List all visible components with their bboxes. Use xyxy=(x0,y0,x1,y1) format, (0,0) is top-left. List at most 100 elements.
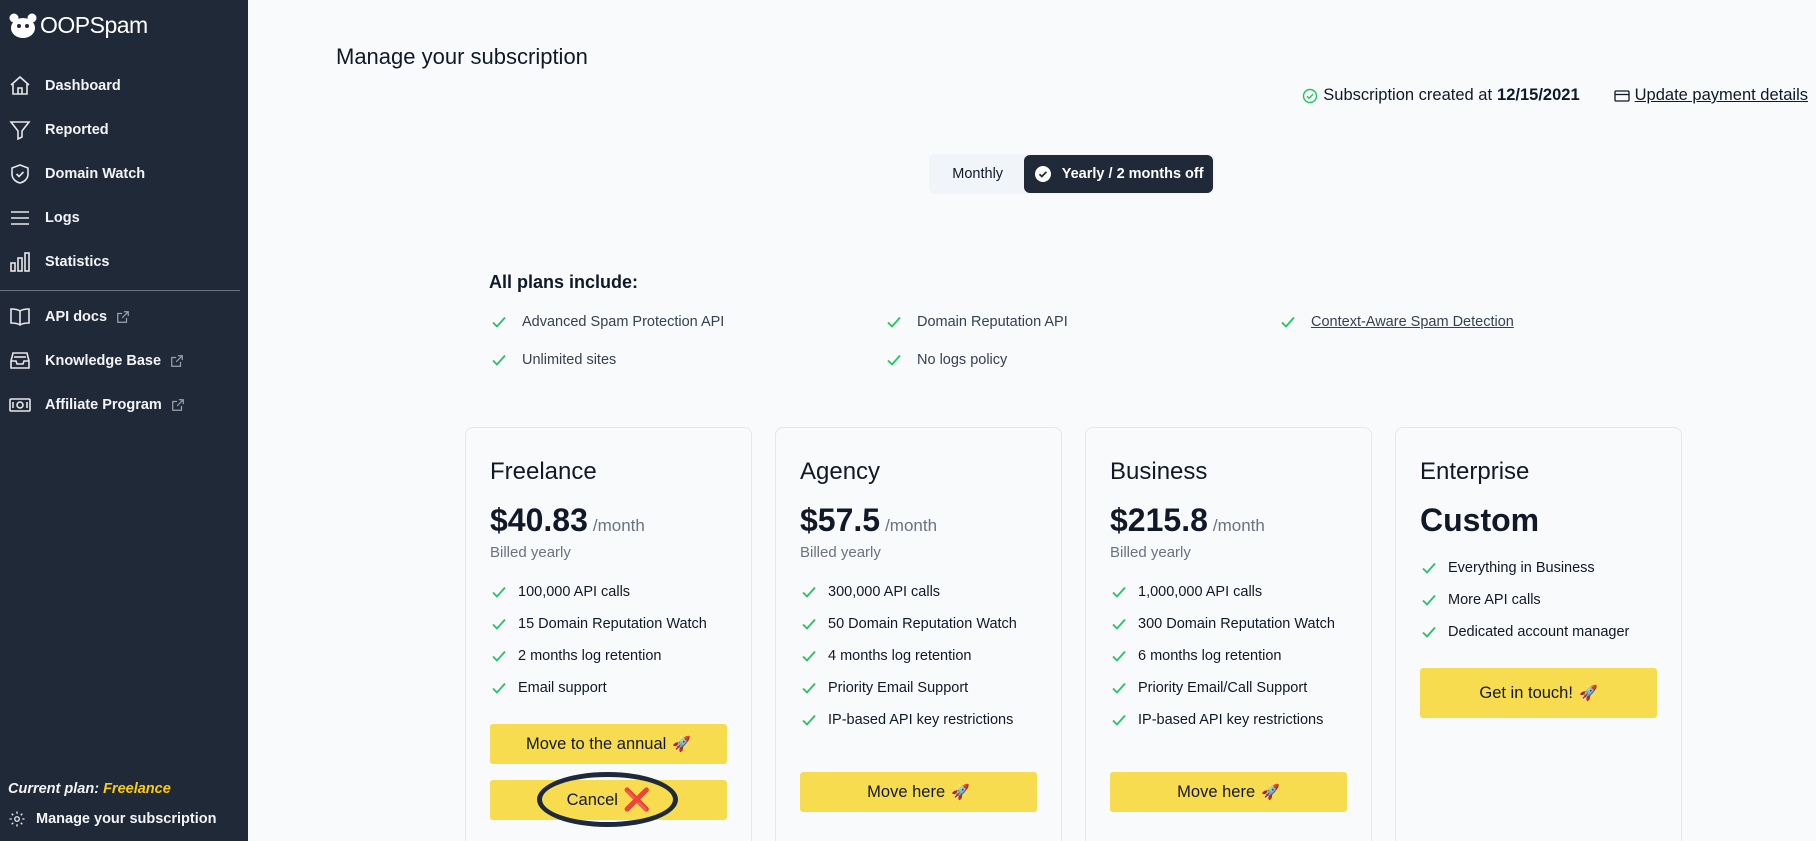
plan-feature: 4 months log retention xyxy=(800,640,1017,672)
include-label: Advanced Spam Protection API xyxy=(522,314,725,330)
check-icon xyxy=(492,354,506,366)
plan-name: Business xyxy=(1110,458,1208,485)
check-icon xyxy=(1422,562,1436,574)
feature-label: 50 Domain Reputation Watch xyxy=(828,616,1017,632)
sidebar-item-label: Reported xyxy=(45,122,109,138)
check-icon xyxy=(802,618,816,630)
cancel-button[interactable]: Cancel ❌ xyxy=(490,780,727,820)
plan-name: Freelance xyxy=(490,458,597,485)
external-link-icon xyxy=(171,355,183,367)
plan-price: $215.8 xyxy=(1110,502,1208,538)
check-icon xyxy=(1281,316,1295,328)
update-payment-label: Update payment details xyxy=(1634,86,1808,104)
logo-text: OOPSpam xyxy=(40,12,148,38)
funnel-icon xyxy=(9,121,31,141)
page-title: Manage your subscription xyxy=(336,44,588,69)
feature-label: 6 months log retention xyxy=(1138,648,1282,664)
sidebar-item-statistics[interactable]: Statistics xyxy=(0,240,248,284)
plan-period: /month xyxy=(1212,516,1265,535)
check-icon xyxy=(1422,594,1436,606)
plan-feature: 50 Domain Reputation Watch xyxy=(800,608,1017,640)
button-label: Get in touch! xyxy=(1479,683,1573,702)
sidebar-item-domain-watch[interactable]: Domain Watch xyxy=(0,152,248,196)
plan-feature: Priority Email/Call Support xyxy=(1110,672,1335,704)
plan-price-row: $57.5 /month xyxy=(800,502,937,539)
sidebar-item-label: API docs xyxy=(45,309,108,325)
update-payment-link[interactable]: Update payment details xyxy=(1613,86,1808,105)
sidebar-item-label: Logs xyxy=(45,210,80,226)
toggle-yearly[interactable]: Yearly / 2 months off xyxy=(1024,155,1213,193)
include-item: Context-Aware Spam Detection xyxy=(1279,313,1514,331)
external-link-icon xyxy=(117,311,129,323)
manage-subscription-link[interactable]: Manage your subscription xyxy=(8,810,216,828)
feature-label: 15 Domain Reputation Watch xyxy=(518,616,707,632)
plan-price-row: $40.83 /month xyxy=(490,502,645,539)
plan-price: $57.5 xyxy=(800,502,881,538)
move-here-button-business[interactable]: Move here 🚀 xyxy=(1110,772,1347,812)
rocket-icon: 🚀 xyxy=(672,736,692,753)
feature-label: 300 Domain Reputation Watch xyxy=(1138,616,1335,632)
plan-name: Enterprise xyxy=(1420,458,1530,485)
home-icon xyxy=(10,75,30,95)
include-label: Domain Reputation API xyxy=(917,314,1068,330)
include-item: No logs policy xyxy=(885,351,1007,369)
subscription-created-date: 12/15/2021 xyxy=(1497,86,1580,104)
plan-billing: Billed yearly xyxy=(1110,544,1191,561)
check-icon xyxy=(1112,714,1126,726)
sidebar-item-label: Domain Watch xyxy=(45,166,146,182)
current-plan-label: Current plan: xyxy=(8,781,100,797)
external-link-icon xyxy=(171,399,184,411)
feature-label: More API calls xyxy=(1448,592,1541,608)
check-circle-filled-icon xyxy=(1034,166,1051,182)
sidebar-item-dashboard[interactable]: Dashboard xyxy=(0,64,248,108)
plan-feature: 300,000 API calls xyxy=(800,576,1017,608)
logo[interactable]: OOPSpam xyxy=(8,12,148,39)
plan-features: 300,000 API calls 50 Domain Reputation W… xyxy=(800,576,1017,736)
plan-feature: 1,000,000 API calls xyxy=(1110,576,1335,608)
move-here-button-agency[interactable]: Move here 🚀 xyxy=(800,772,1037,812)
toggle-monthly[interactable]: Monthly xyxy=(931,156,1024,192)
context-aware-link[interactable]: Context-Aware Spam Detection xyxy=(1311,314,1514,330)
get-in-touch-button[interactable]: Get in touch! 🚀 xyxy=(1420,668,1657,718)
sidebar-nav: Dashboard Reported Domain Watch Logs Sta… xyxy=(0,64,248,427)
sidebar-item-reported[interactable]: Reported xyxy=(0,108,248,152)
includes-title: All plans include: xyxy=(489,272,639,292)
oopspam-logo-icon xyxy=(9,13,37,38)
plan-name: Agency xyxy=(800,458,881,485)
sidebar-item-knowledge-base[interactable]: Knowledge Base xyxy=(0,339,248,383)
move-to-annual-button[interactable]: Move to the annual 🚀 xyxy=(490,724,727,764)
toggle-yearly-label: Yearly / 2 months off xyxy=(1061,166,1204,182)
plan-feature: Everything in Business xyxy=(1420,552,1629,584)
feature-label: Everything in Business xyxy=(1448,560,1595,576)
check-icon xyxy=(492,618,506,630)
plan-price-row: $215.8 /month xyxy=(1110,502,1265,539)
sidebar-item-api-docs[interactable]: API docs xyxy=(0,295,248,339)
check-icon xyxy=(802,650,816,662)
sidebar-item-logs[interactable]: Logs xyxy=(0,196,248,240)
check-icon xyxy=(802,682,816,694)
plan-period: /month xyxy=(885,516,938,535)
check-icon xyxy=(1112,586,1126,598)
plan-billing: Billed yearly xyxy=(490,544,571,561)
feature-label: 100,000 API calls xyxy=(518,584,631,600)
feature-label: IP-based API key restrictions xyxy=(1138,712,1324,728)
book-icon xyxy=(10,308,30,326)
gear-icon xyxy=(9,811,25,827)
button-label: Move here xyxy=(867,782,946,801)
sidebar-item-affiliate-program[interactable]: Affiliate Program xyxy=(0,383,248,427)
current-plan-name: Freelance xyxy=(103,781,171,797)
feature-label: 300,000 API calls xyxy=(828,584,941,600)
feature-label: Dedicated account manager xyxy=(1448,624,1630,640)
include-item: Advanced Spam Protection API xyxy=(490,313,724,331)
subscription-created: Subscription created at 12/15/2021 xyxy=(1302,86,1580,105)
check-icon xyxy=(492,682,506,694)
plan-feature: IP-based API key restrictions xyxy=(800,704,1017,736)
plan-feature: 100,000 API calls xyxy=(490,576,707,608)
check-icon xyxy=(887,354,901,366)
include-label: Unlimited sites xyxy=(522,352,617,368)
feature-label: Email support xyxy=(518,680,607,696)
list-icon xyxy=(11,211,29,225)
rocket-icon: 🚀 xyxy=(1578,685,1598,702)
plan-feature: IP-based API key restrictions xyxy=(1110,704,1335,736)
button-label: Move to the annual xyxy=(525,734,667,753)
